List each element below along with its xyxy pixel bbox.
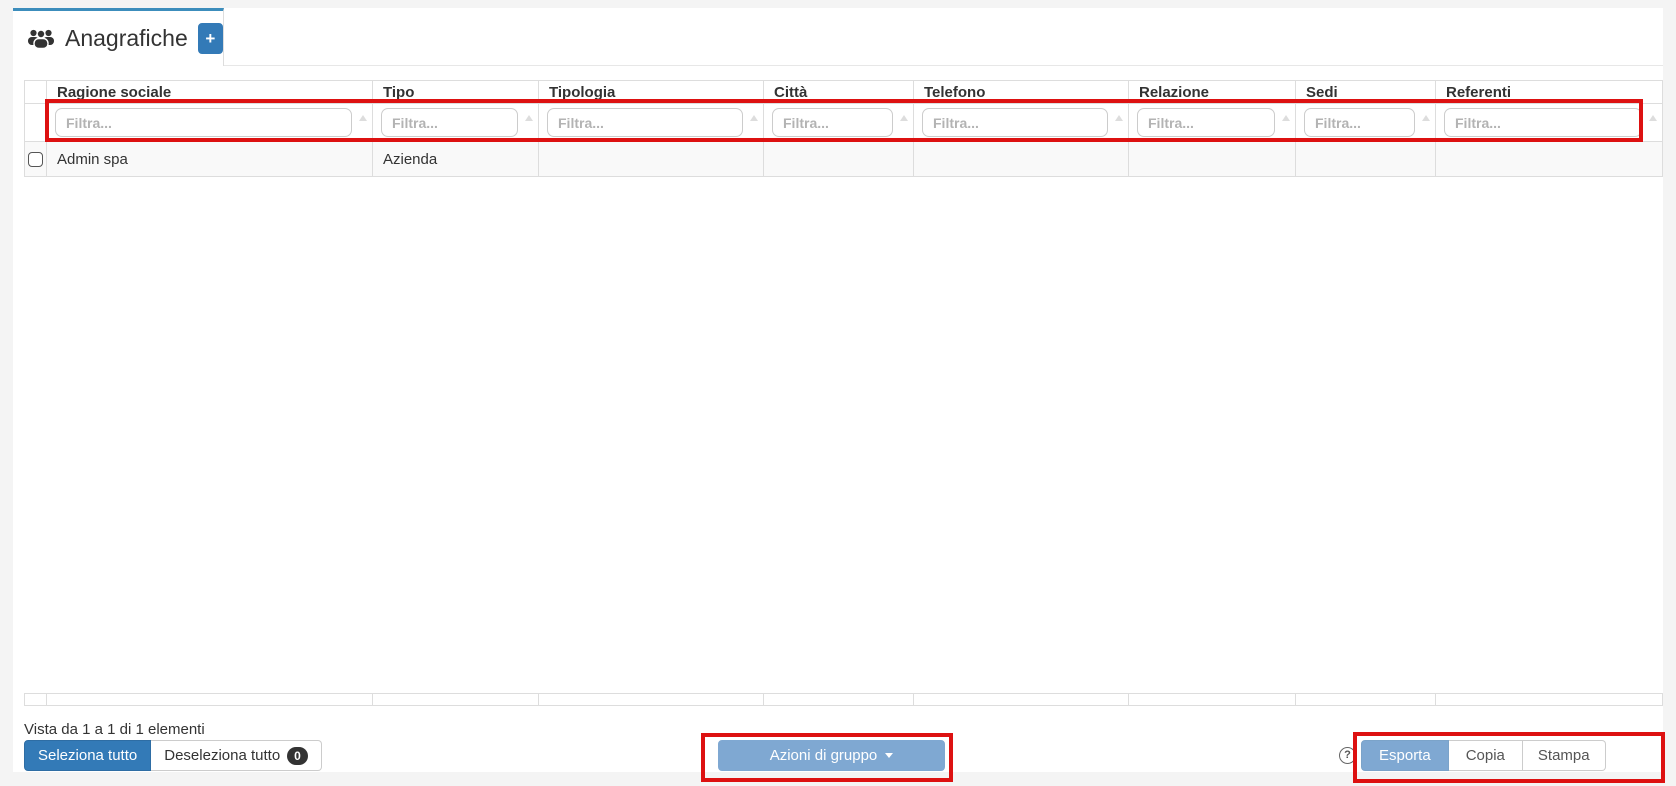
table-header-row: Ragione sociale Tipo Tipologia Città Tel… <box>25 81 1663 104</box>
cell-ragione-sociale: Admin spa <box>47 142 373 177</box>
page-title: Anagrafiche <box>65 25 188 52</box>
column-header-sedi[interactable]: Sedi <box>1296 81 1436 104</box>
page: Anagrafiche + Ragione sociale Tipo Tipol… <box>0 0 1676 786</box>
content-panel: Anagrafiche + Ragione sociale Tipo Tipol… <box>13 8 1663 772</box>
filter-input-sedi[interactable] <box>1304 108 1415 137</box>
filter-input-telefono[interactable] <box>922 108 1108 137</box>
cell-telefono <box>914 142 1129 177</box>
print-button[interactable]: Stampa <box>1523 740 1606 771</box>
sort-caret-icon[interactable] <box>900 115 908 121</box>
sort-caret-icon[interactable] <box>1649 115 1657 121</box>
help-icon[interactable]: ? <box>1339 747 1356 764</box>
tab-bar: Anagrafiche + <box>13 8 1663 66</box>
cell-tipologia <box>539 142 764 177</box>
table-filter-row <box>25 104 1663 142</box>
filter-input-referenti[interactable] <box>1444 108 1642 137</box>
column-header-telefono[interactable]: Telefono <box>914 81 1129 104</box>
sort-caret-icon[interactable] <box>525 115 533 121</box>
group-actions-button[interactable]: Azioni di gruppo <box>718 740 945 771</box>
filter-input-tipologia[interactable] <box>547 108 743 137</box>
column-header-relazione[interactable]: Relazione <box>1129 81 1296 104</box>
group-actions-label: Azioni di gruppo <box>770 747 878 764</box>
column-header-referenti[interactable]: Referenti <box>1436 81 1663 104</box>
column-header-ragione-sociale[interactable]: Ragione sociale <box>47 81 373 104</box>
cell-sedi <box>1296 142 1436 177</box>
column-header-tipologia[interactable]: Tipologia <box>539 81 764 104</box>
row-checkbox[interactable] <box>28 152 43 167</box>
column-header-tipo[interactable]: Tipo <box>373 81 539 104</box>
sort-caret-icon[interactable] <box>1282 115 1290 121</box>
filter-input-citta[interactable] <box>772 108 893 137</box>
sort-caret-icon[interactable] <box>1422 115 1430 121</box>
select-all-button[interactable]: Seleziona tutto <box>24 740 151 771</box>
users-icon <box>27 28 55 49</box>
table-footer-strip <box>24 693 1663 706</box>
table-row[interactable]: Admin spa Azienda <box>25 142 1663 177</box>
cell-citta <box>764 142 914 177</box>
filter-input-tipo[interactable] <box>381 108 518 137</box>
filter-input-ragione-sociale[interactable] <box>55 108 352 137</box>
copy-button[interactable]: Copia <box>1449 740 1523 771</box>
selection-button-group: Seleziona tutto Deseleziona tutto 0 <box>24 740 322 771</box>
deselect-all-button[interactable]: Deseleziona tutto 0 <box>151 740 322 771</box>
sort-caret-icon[interactable] <box>359 115 367 121</box>
export-button-group: Esporta Copia Stampa <box>1361 740 1606 771</box>
cell-tipo: Azienda <box>373 142 539 177</box>
export-button[interactable]: Esporta <box>1361 740 1449 771</box>
cell-referenti <box>1436 142 1663 177</box>
select-column-header <box>25 81 47 104</box>
cell-relazione <box>1129 142 1296 177</box>
filter-cell-empty <box>25 104 47 142</box>
results-info: Vista da 1 a 1 di 1 elementi <box>24 721 205 738</box>
footer-strip-row <box>25 694 1663 706</box>
chevron-down-icon <box>885 753 893 758</box>
filter-input-relazione[interactable] <box>1137 108 1275 137</box>
sort-caret-icon[interactable] <box>750 115 758 121</box>
sort-caret-icon[interactable] <box>1115 115 1123 121</box>
selected-count-badge: 0 <box>287 747 308 765</box>
deselect-all-label: Deseleziona tutto <box>164 747 280 764</box>
column-header-citta[interactable]: Città <box>764 81 914 104</box>
add-record-button[interactable]: + <box>198 23 223 54</box>
anagrafiche-table: Ragione sociale Tipo Tipologia Città Tel… <box>24 80 1663 177</box>
tab-anagrafiche[interactable]: Anagrafiche + <box>13 8 224 66</box>
